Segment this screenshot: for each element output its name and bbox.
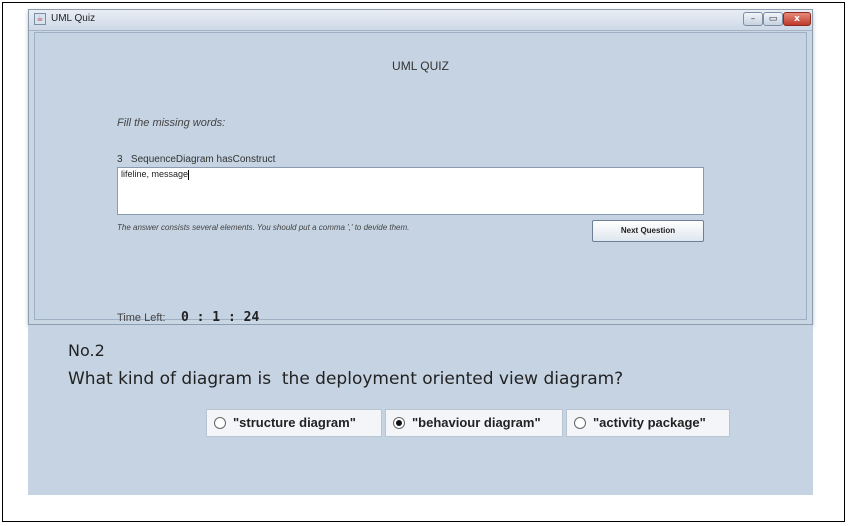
multiple-choice-panel: No.2 What kind of diagram is the deploym… (28, 325, 813, 495)
option-behaviour-diagram[interactable]: "behaviour diagram" (385, 409, 563, 437)
window-title: UML Quiz (51, 13, 96, 24)
next-question-button[interactable]: Next Question (592, 220, 704, 242)
radio-button-selected[interactable] (393, 417, 405, 429)
uml-quiz-window: ☕ UML Quiz – ▭ x UML QUIZ Fill the missi… (28, 9, 813, 325)
maximize-button[interactable]: ▭ (763, 12, 783, 26)
answer-input[interactable]: lifeline, message (117, 167, 704, 215)
title-bar[interactable]: ☕ UML Quiz – ▭ x (29, 10, 812, 31)
app-title: UML QUIZ (392, 59, 449, 73)
time-left-label: Time Left: (117, 312, 166, 324)
quiz-content-panel: UML QUIZ Fill the missing words: 3 Seque… (34, 32, 807, 325)
minimize-button[interactable]: – (743, 12, 763, 26)
instruction-text: Fill the missing words: (117, 117, 226, 129)
question-line: 3 SequenceDiagram hasConstruct (117, 154, 276, 165)
question-number: No.2 (68, 341, 105, 360)
option-structure-diagram[interactable]: "structure diagram" (206, 409, 382, 437)
option-label: "activity package" (593, 415, 706, 430)
answer-value: lifeline, message (121, 169, 189, 179)
radio-button-unselected[interactable] (574, 417, 586, 429)
hint-text: The answer consists several elements. Yo… (117, 223, 410, 232)
question-text: What kind of diagram is the deployment o… (68, 369, 624, 389)
screenshot-frame: ☕ UML Quiz – ▭ x UML QUIZ Fill the missi… (2, 2, 845, 522)
java-app-icon: ☕ (34, 13, 46, 25)
option-activity-package[interactable]: "activity package" (566, 409, 730, 437)
time-left-value: 0 : 1 : 24 (181, 310, 260, 325)
close-button[interactable]: x (783, 12, 811, 26)
option-label: "structure diagram" (233, 415, 356, 430)
radio-button-unselected[interactable] (214, 417, 226, 429)
option-label: "behaviour diagram" (412, 415, 541, 430)
text-caret (188, 169, 190, 180)
